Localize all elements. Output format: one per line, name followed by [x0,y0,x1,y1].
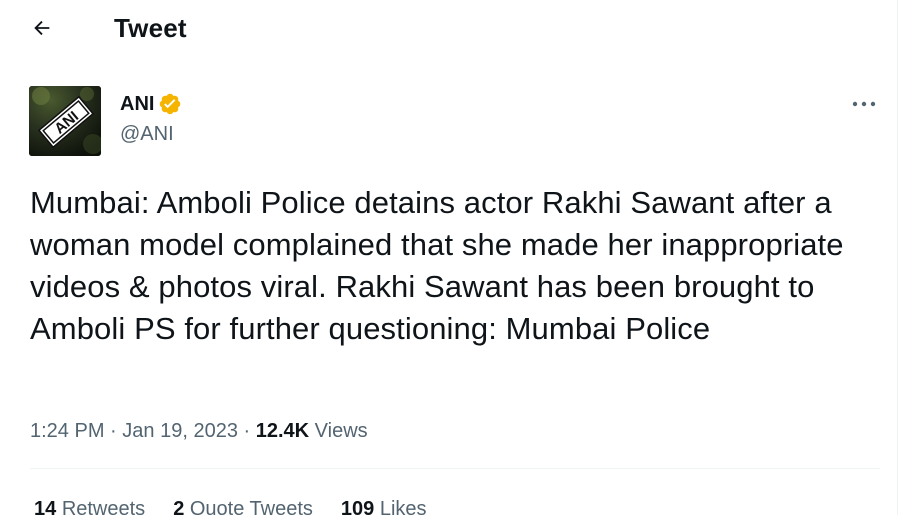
more-options-button[interactable] [846,88,882,120]
likes-stat[interactable]: 109 Likes [341,496,427,515]
author-handle[interactable]: @ANI [120,121,174,147]
ani-logo: ANI [29,86,101,156]
meta-separator: · [110,420,117,442]
author-name-row[interactable]: ANI [120,90,182,118]
top-bar: Tweet [0,0,897,56]
quote-tweets-count: 2 [173,498,185,515]
verified-badge-icon [160,93,181,115]
quote-tweets-label: Quote Tweets [189,498,313,515]
engagement-stats: 14 Retweets 2 Quote Tweets 109 Likes [34,496,455,515]
likes-label: Likes [379,498,427,515]
retweets-stat[interactable]: 14 Retweets [34,496,145,515]
tweet-page: Tweet ANI ANI @ANI Mumbai: Amboli Police… [0,0,898,515]
author-name[interactable]: ANI [120,90,154,118]
avatar[interactable]: ANI [29,86,101,156]
tweet-date[interactable]: Jan 19, 2023 [122,420,238,442]
views-count: 12.4K [255,420,310,442]
back-arrow-icon [34,20,50,36]
page-title: Tweet [114,13,187,43]
retweets-label: Retweets [61,498,146,515]
retweets-count: 14 [34,498,57,515]
views-label: Views [314,420,368,442]
more-options-icon [852,101,876,107]
tweet-text: Mumbai: Amboli Police detains actor Rakh… [30,185,844,346]
quote-tweets-stat[interactable]: 2 Quote Tweets [173,496,313,515]
meta-separator: · [243,420,251,442]
back-button[interactable] [22,8,62,48]
tweet-time[interactable]: 1:24 PM [30,420,104,442]
likes-count: 109 [340,498,375,515]
divider [30,468,880,469]
tweet-meta: 1:24 PM · Jan 19, 2023 · 12.4K Views [30,417,368,445]
